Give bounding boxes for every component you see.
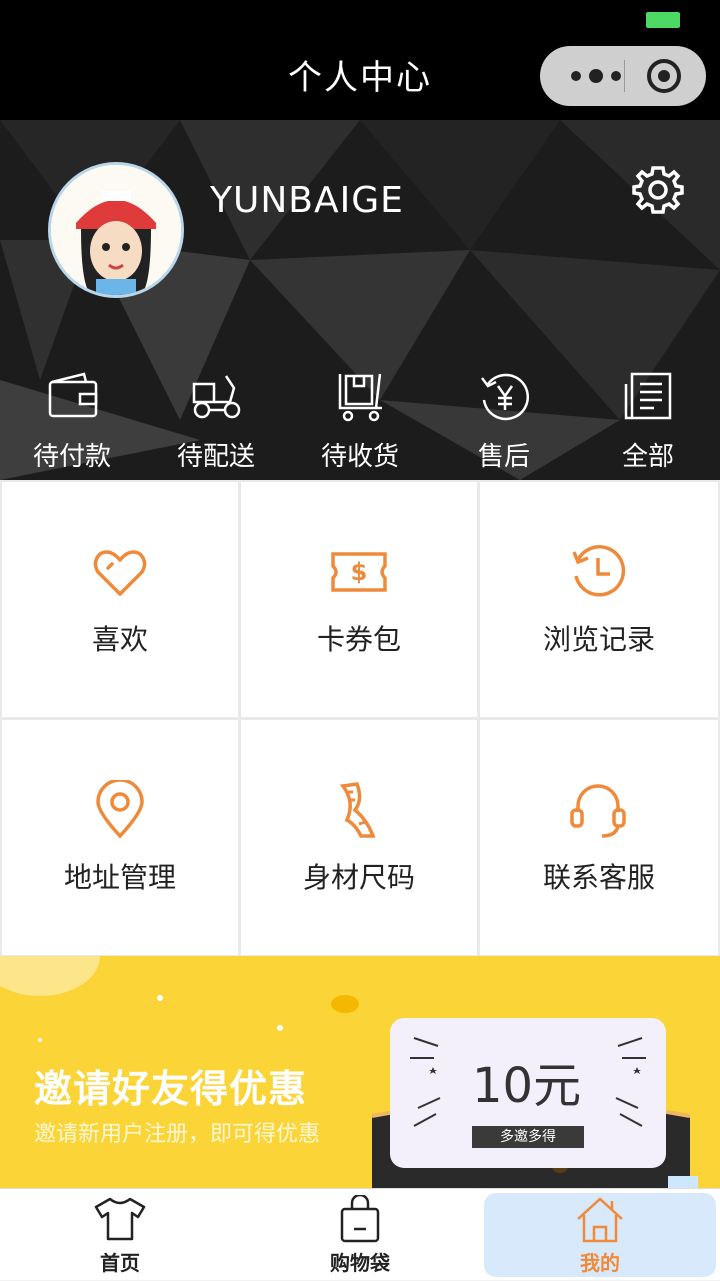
coupon-ticket: 10元 多邀多得	[390, 1018, 666, 1168]
order-after-sales[interactable]: 售后	[432, 364, 576, 480]
shopping-bag-icon	[340, 1195, 380, 1243]
orders-list-icon	[624, 372, 672, 420]
order-label: 全部	[621, 442, 674, 472]
delivery-icon	[192, 375, 241, 419]
gear-icon[interactable]	[630, 162, 686, 218]
svg-text:$: $	[351, 558, 368, 586]
mini-program-capsule	[540, 46, 706, 106]
nav-bar: 个人中心	[0, 40, 720, 120]
tab-shopping-bag[interactable]: 购物袋	[240, 1189, 480, 1281]
profile-header: YUNBAIGE 待付款 待配送 待收货 售后 全部	[0, 120, 720, 480]
battery-icon	[646, 12, 680, 28]
tab-mine[interactable]: 我的	[484, 1193, 716, 1277]
grid-item-customer-service[interactable]: 联系客服	[480, 720, 718, 955]
grid-item-label: 卡券包	[316, 623, 401, 656]
tab-label: 购物袋	[330, 1251, 390, 1275]
grid-item-label: 喜欢	[91, 623, 148, 656]
order-status-bar: 待付款 待配送 待收货 售后 全部	[0, 364, 720, 480]
heart-icon	[93, 550, 147, 596]
feature-grid: 喜欢 $ 卡券包 浏览记录 地址管理 身材尺码 联系客服	[0, 480, 720, 956]
grid-item-label: 地址管理	[63, 861, 176, 894]
headset-icon	[570, 784, 626, 838]
grid-item-label: 身材尺码	[302, 861, 415, 894]
order-pending-receipt[interactable]: 待收货	[288, 364, 432, 480]
grid-item-coupons[interactable]: $ 卡券包	[241, 482, 477, 717]
order-label: 待收货	[320, 442, 399, 472]
coupon-icon: $	[331, 552, 387, 592]
grid-item-label: 浏览记录	[542, 623, 655, 656]
order-all[interactable]: 全部	[576, 364, 720, 480]
order-label: 待配送	[176, 442, 255, 472]
tab-home[interactable]: 首页	[0, 1189, 240, 1281]
coupon-amount: 10元	[472, 1058, 582, 1114]
avatar[interactable]	[48, 162, 184, 298]
order-label: 售后	[477, 442, 530, 472]
tshirt-icon	[94, 1197, 146, 1241]
tab-label: 首页	[100, 1251, 140, 1275]
close-target-icon[interactable]	[646, 58, 682, 94]
grid-item-history[interactable]: 浏览记录	[480, 482, 718, 717]
grid-item-size[interactable]: 身材尺码	[241, 720, 477, 955]
avatar-illustration-icon	[51, 165, 181, 295]
order-label: 待付款	[32, 442, 111, 472]
location-pin-icon	[96, 780, 144, 839]
refund-icon	[481, 373, 529, 421]
grid-item-address[interactable]: 地址管理	[2, 720, 238, 955]
more-icon[interactable]	[566, 64, 626, 88]
username: YUNBAIGE	[210, 180, 404, 221]
tab-label: 我的	[580, 1251, 620, 1275]
banner-subtitle: 邀请新用户注册，即可得优惠	[34, 1122, 321, 1147]
measuring-tape-icon	[339, 782, 376, 838]
invite-banner[interactable]: 邀请好友得优惠 邀请新用户注册，即可得优惠 10元 多邀多得	[0, 956, 720, 1188]
home-icon	[577, 1197, 623, 1243]
coupon-tag: 多邀多得	[472, 1126, 584, 1148]
status-bar	[0, 0, 720, 40]
wallet-icon	[48, 372, 98, 418]
banner-title: 邀请好友得优惠	[34, 1067, 308, 1111]
grid-item-label: 联系客服	[542, 861, 655, 894]
cart-icon	[338, 373, 382, 422]
order-pending-payment[interactable]: 待付款	[0, 364, 144, 480]
history-icon	[572, 545, 626, 597]
grid-item-likes[interactable]: 喜欢	[2, 482, 238, 717]
capsule-divider	[624, 60, 625, 92]
bottom-tab-bar: 首页 购物袋 我的	[0, 1188, 720, 1280]
order-pending-delivery[interactable]: 待配送	[144, 364, 288, 480]
